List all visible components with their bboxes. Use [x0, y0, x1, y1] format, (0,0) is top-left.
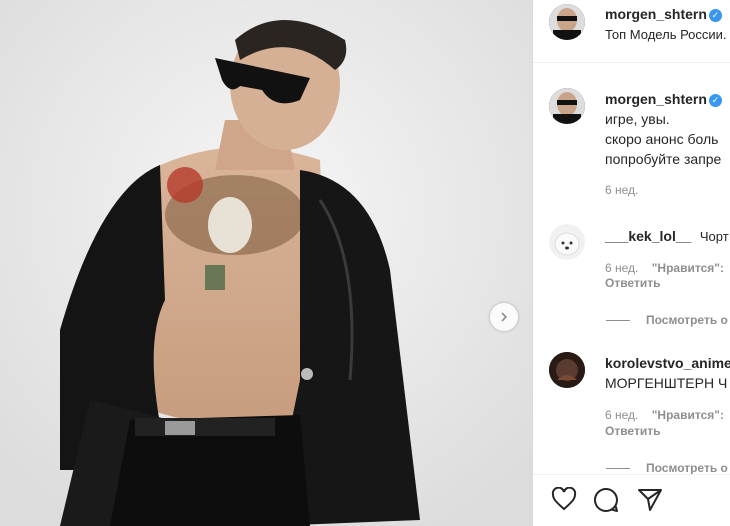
comment-bubble-icon[interactable]: [593, 487, 619, 518]
comment-avatar[interactable]: [549, 224, 585, 260]
caption-line: попробуйте запре: [605, 151, 722, 167]
comment-avatar[interactable]: [549, 352, 585, 388]
author-username[interactable]: morgen_shtern: [605, 6, 707, 22]
comment-time[interactable]: 6 нед.: [605, 261, 638, 275]
verified-badge-icon: ✓: [708, 94, 722, 107]
carousel-next-button[interactable]: [490, 303, 518, 331]
caption-line: скоро анонс боль: [605, 131, 719, 147]
post-side-panel: morgen_shtern ✓ Топ Модель России. morgen…: [532, 0, 730, 526]
comment-reply-button[interactable]: Ответить: [605, 276, 660, 290]
comment-reply-button[interactable]: Ответить: [605, 424, 660, 438]
post-location[interactable]: Топ Модель России.: [605, 27, 727, 42]
post-photo[interactable]: [0, 0, 532, 526]
caption-line: игре, увы.: [605, 111, 670, 127]
caption-username[interactable]: morgen_shtern: [605, 91, 707, 107]
post-header: morgen_shtern ✓ Топ Модель России.: [533, 0, 730, 63]
view-replies-button[interactable]: Посмотреть о: [646, 313, 728, 327]
verified-badge-icon: ✓: [708, 9, 722, 22]
comment-time[interactable]: 6 нед.: [605, 408, 638, 422]
comment-text: МОРГЕНШТЕРН Ч: [605, 375, 728, 391]
comment-likes[interactable]: "Нравится":: [652, 261, 724, 275]
caption-time[interactable]: 6 нед.: [605, 183, 638, 197]
heart-icon[interactable]: [551, 486, 577, 516]
comment-username[interactable]: korolevstvo_anime: [605, 355, 730, 371]
caption-avatar[interactable]: [549, 88, 585, 124]
view-replies-button[interactable]: Посмотреть о: [646, 461, 728, 475]
post-image: [0, 0, 532, 526]
comment-likes[interactable]: "Нравится":: [652, 408, 724, 422]
comment-text: Чорт: [699, 229, 729, 244]
chevron-right-icon: [501, 312, 508, 322]
comment-username[interactable]: ___kek_lol__: [605, 228, 691, 244]
author-avatar[interactable]: [549, 4, 585, 40]
paper-plane-icon[interactable]: [637, 487, 663, 518]
action-bar: [533, 474, 730, 526]
